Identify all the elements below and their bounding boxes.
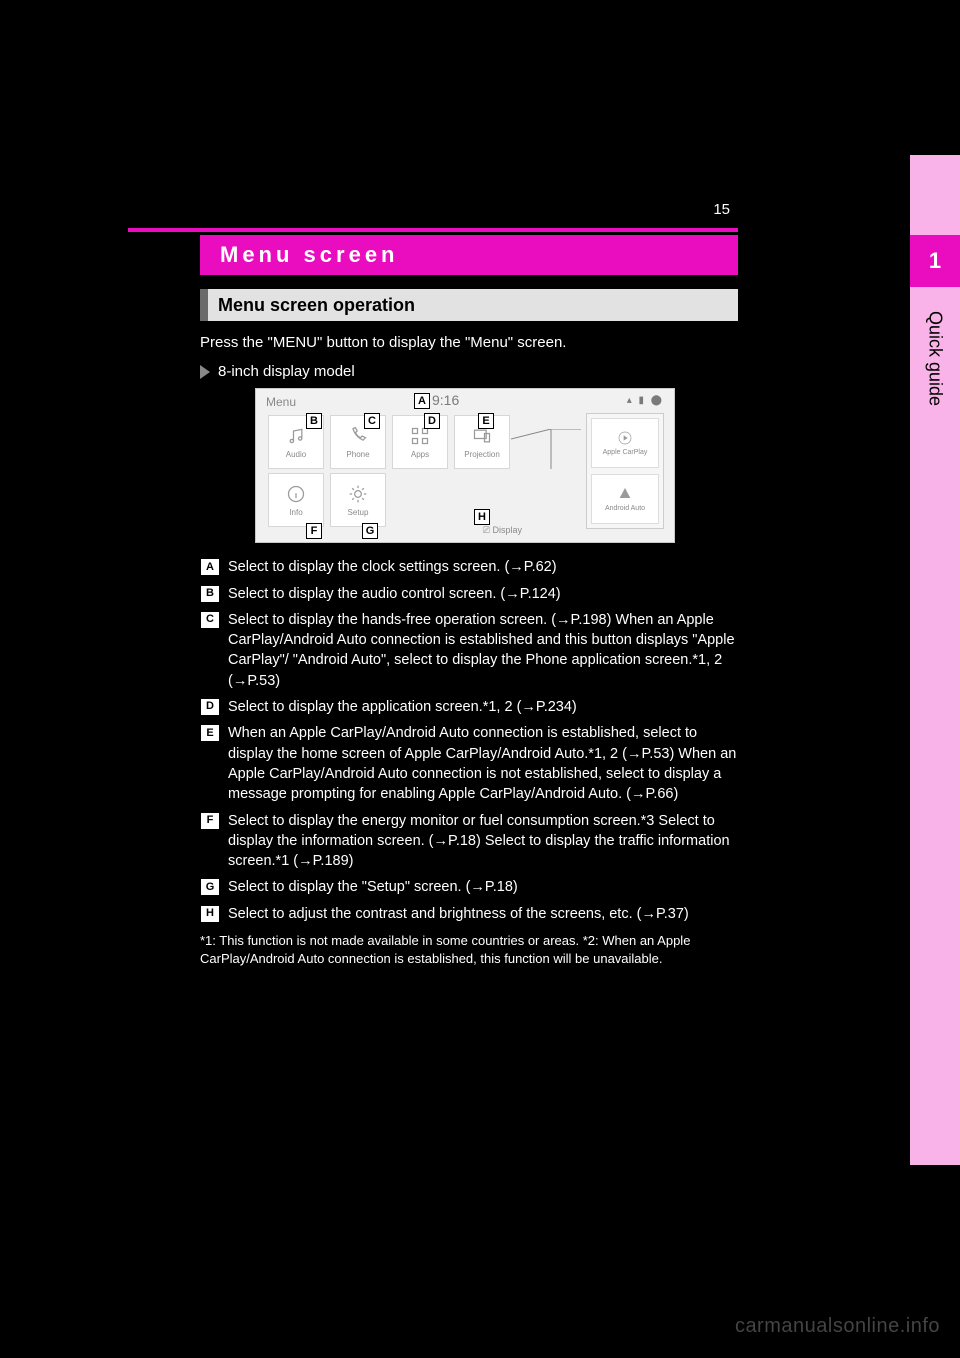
desc-item-g: G Select to display the "Setup" screen. …	[200, 877, 738, 897]
header-divider	[128, 228, 738, 232]
page-number: 15	[713, 201, 730, 218]
desc-text-a: Select to display the clock settings scr…	[228, 557, 738, 577]
marker-d: D	[424, 413, 440, 429]
footnotes: *1: This function is not made available …	[200, 932, 738, 967]
menu-screenshot: Menu 9:16 ▴ ▮ ⬤ A Audio Phone	[255, 388, 675, 543]
desc-marker-g: G	[200, 878, 220, 896]
desc-marker-d: D	[200, 698, 220, 716]
marker-b: B	[306, 413, 322, 429]
chapter-number-box: 1	[910, 235, 960, 287]
popout-carplay-label: Apple CarPlay	[603, 449, 648, 456]
tile-setup: Setup	[330, 473, 386, 527]
desc-item-d: D Select to display the application scre…	[200, 697, 738, 717]
tile-phone-label: Phone	[346, 450, 369, 459]
desc-text-b: Select to display the audio control scre…	[228, 584, 738, 604]
marker-a: A	[414, 393, 430, 409]
chapter-title: Quick guide	[910, 305, 960, 605]
display-button-label: Display	[492, 525, 522, 535]
figure-caption-row: 8-inch display model	[200, 363, 738, 380]
section-title: Menu screen	[220, 242, 399, 268]
desc-marker-b: B	[200, 585, 220, 603]
gear-icon	[348, 484, 368, 504]
desc-item-h: H Select to adjust the contrast and brig…	[200, 904, 738, 924]
main-content: Menu screen Menu screen operation Press …	[200, 235, 738, 967]
popout-android: Android Auto	[591, 474, 659, 524]
screenshot-display-button: ⎚ Display	[483, 525, 522, 536]
play-circle-icon	[617, 430, 633, 446]
desc-item-b: B Select to display the audio control sc…	[200, 584, 738, 604]
subsection-title: Menu screen operation	[218, 295, 415, 316]
chapter-number: 1	[929, 248, 941, 274]
popout-carplay: Apple CarPlay	[591, 418, 659, 468]
desc-text-g: Select to display the "Setup" screen. (→…	[228, 877, 738, 897]
watermark: carmanualsonline.info	[735, 1315, 940, 1338]
desc-marker-f: F	[200, 812, 220, 830]
marker-g: G	[362, 523, 378, 539]
tile-audio-label: Audio	[286, 450, 306, 459]
figure-caption: 8-inch display model	[218, 363, 355, 380]
intro-text: Press the "MENU" button to display the "…	[200, 333, 738, 353]
triangle-bullet-icon	[200, 365, 210, 379]
tile-info: Info	[268, 473, 324, 527]
desc-marker-c: C	[200, 611, 220, 629]
screenshot-figure: Menu 9:16 ▴ ▮ ⬤ A Audio Phone	[255, 388, 675, 543]
side-tab: 1 Quick guide	[910, 155, 960, 1165]
marker-c: C	[364, 413, 380, 429]
desc-item-a: A Select to display the clock settings s…	[200, 557, 738, 577]
info-icon	[286, 484, 306, 504]
section-title-bar: Menu screen	[200, 235, 738, 275]
projection-popout: Apple CarPlay Android Auto	[586, 413, 664, 529]
desc-text-c: Select to display the hands-free operati…	[228, 610, 738, 691]
desc-item-e: E When an Apple CarPlay/Android Auto con…	[200, 723, 738, 804]
music-note-icon	[286, 426, 306, 446]
desc-item-c: C Select to display the hands-free opera…	[200, 610, 738, 691]
desc-item-f: F Select to display the energy monitor o…	[200, 811, 738, 872]
screenshot-status-icons: ▴ ▮ ⬤	[627, 395, 664, 406]
tile-setup-label: Setup	[348, 508, 369, 517]
desc-text-e: When an Apple CarPlay/Android Auto conne…	[228, 723, 738, 804]
desc-text-h: Select to adjust the contrast and bright…	[228, 904, 738, 924]
subsection-bar: Menu screen operation	[200, 289, 738, 321]
desc-text-f: Select to display the energy monitor or …	[228, 811, 738, 872]
desc-marker-h: H	[200, 905, 220, 923]
screenshot-menu-label: Menu	[266, 395, 296, 409]
marker-f: F	[306, 523, 322, 539]
marker-e: E	[478, 413, 494, 429]
marker-h: H	[474, 509, 490, 525]
desc-text-d: Select to display the application screen…	[228, 697, 738, 717]
tile-projection-label: Projection	[464, 450, 500, 459]
callout-descriptions: A Select to display the clock settings s…	[200, 557, 738, 924]
tile-apps-label: Apps	[411, 450, 429, 459]
desc-marker-e: E	[200, 724, 220, 742]
callout-line	[511, 429, 581, 469]
screenshot-clock: 9:16	[432, 392, 459, 408]
desc-marker-a: A	[200, 558, 220, 576]
popout-android-label: Android Auto	[605, 505, 645, 512]
tile-info-label: Info	[289, 508, 302, 517]
android-auto-icon	[617, 486, 633, 502]
